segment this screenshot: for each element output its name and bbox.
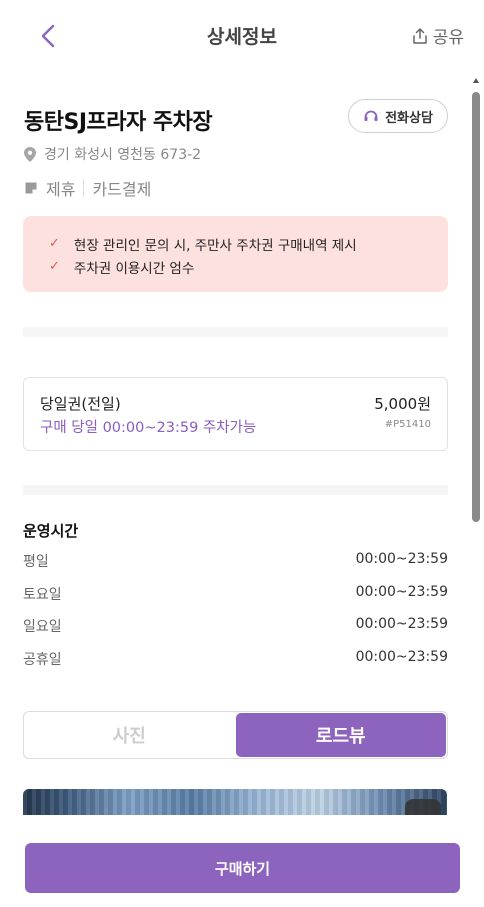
image-overlay-button[interactable] <box>405 799 441 815</box>
operating-hours-title: 운영시간 <box>23 522 79 540</box>
photo-tab[interactable]: 사진 <box>24 712 235 758</box>
section-divider <box>23 485 448 495</box>
notice-item: ✓ 현장 관리인 문의 시, 주만사 주차권 구매내역 제시 <box>49 232 448 255</box>
place-name: 동탄SJ프라자 주차장 <box>24 110 213 135</box>
scroll-up-arrow-icon[interactable] <box>473 78 479 83</box>
share-button[interactable]: 공유 <box>411 23 464 48</box>
hours-day: 공휴일 <box>23 651 62 668</box>
ticket-name: 당일권(전일) <box>40 395 121 413</box>
scroll-thumb[interactable] <box>472 92 480 522</box>
check-icon: ✓ <box>49 236 60 251</box>
detail-content[interactable]: 동탄SJ프라자 주차장 전화상담 경기 화성시 영천동 673-2 제휴 카드결… <box>0 70 484 815</box>
hours-time: 00:00~23:59 <box>355 616 448 632</box>
operating-hours-list: 평일 00:00~23:59 토요일 00:00~23:59 일요일 00:00… <box>23 551 448 681</box>
address-row: 경기 화성시 영천동 673-2 <box>24 144 201 164</box>
hours-time: 00:00~23:59 <box>355 551 448 567</box>
tag-card-payment: 카드결제 <box>92 180 152 199</box>
ticket-code: #P51410 <box>384 419 431 430</box>
bottom-bar: 구매하기 <box>0 815 484 907</box>
tag-divider <box>83 179 85 197</box>
hours-row: 토요일 00:00~23:59 <box>23 584 448 617</box>
share-label: 공유 <box>432 28 464 48</box>
tags-row: 제휴 카드결제 <box>24 176 151 200</box>
share-icon <box>412 27 427 44</box>
check-icon: ✓ <box>49 259 60 274</box>
address-text: 경기 화성시 영천동 673-2 <box>44 147 202 163</box>
view-toggle: 사진 로드뷰 <box>23 711 448 759</box>
hours-time: 00:00~23:59 <box>355 648 448 665</box>
hours-row: 일요일 00:00~23:59 <box>23 616 448 649</box>
section-divider <box>23 327 448 337</box>
ticket-description: 구매 당일 00:00~23:59 주차가능 <box>40 420 257 436</box>
hours-day: 토요일 <box>23 586 62 603</box>
roadview-image[interactable] <box>23 789 447 815</box>
scrollbar[interactable] <box>472 78 480 522</box>
call-consult-button[interactable]: 전화상담 <box>348 99 448 133</box>
notice-box: ✓ 현장 관리인 문의 시, 주만사 주차권 구매내역 제시 ✓ 주차권 이용시… <box>23 216 448 292</box>
hours-row: 평일 00:00~23:59 <box>23 551 448 584</box>
headset-icon <box>364 110 378 121</box>
tag-partner: 제휴 <box>46 180 76 199</box>
notice-text: 주차권 이용시간 엄수 <box>73 260 195 277</box>
ticket-card[interactable]: 당일권(전일) 5,000원 구매 당일 00:00~23:59 주차가능 #P… <box>23 377 448 451</box>
location-pin-icon <box>24 146 36 162</box>
note-icon <box>25 182 37 194</box>
purchase-button[interactable]: 구매하기 <box>25 843 460 893</box>
hours-time: 00:00~23:59 <box>355 583 448 600</box>
roadview-image-texture <box>23 789 447 815</box>
ticket-price: 5,000원 <box>374 395 431 413</box>
hours-row: 공휴일 00:00~23:59 <box>23 649 448 682</box>
roadview-tab[interactable]: 로드뷰 <box>235 713 446 757</box>
hours-day: 일요일 <box>23 619 62 635</box>
hours-day: 평일 <box>23 554 49 570</box>
notice-text: 현장 관리인 문의 시, 주만사 주차권 구매내역 제시 <box>73 237 357 254</box>
call-consult-label: 전화상담 <box>385 110 433 126</box>
notice-item: ✓ 주차권 이용시간 엄수 <box>49 255 448 278</box>
top-header: 상세정보 공유 <box>0 0 484 70</box>
